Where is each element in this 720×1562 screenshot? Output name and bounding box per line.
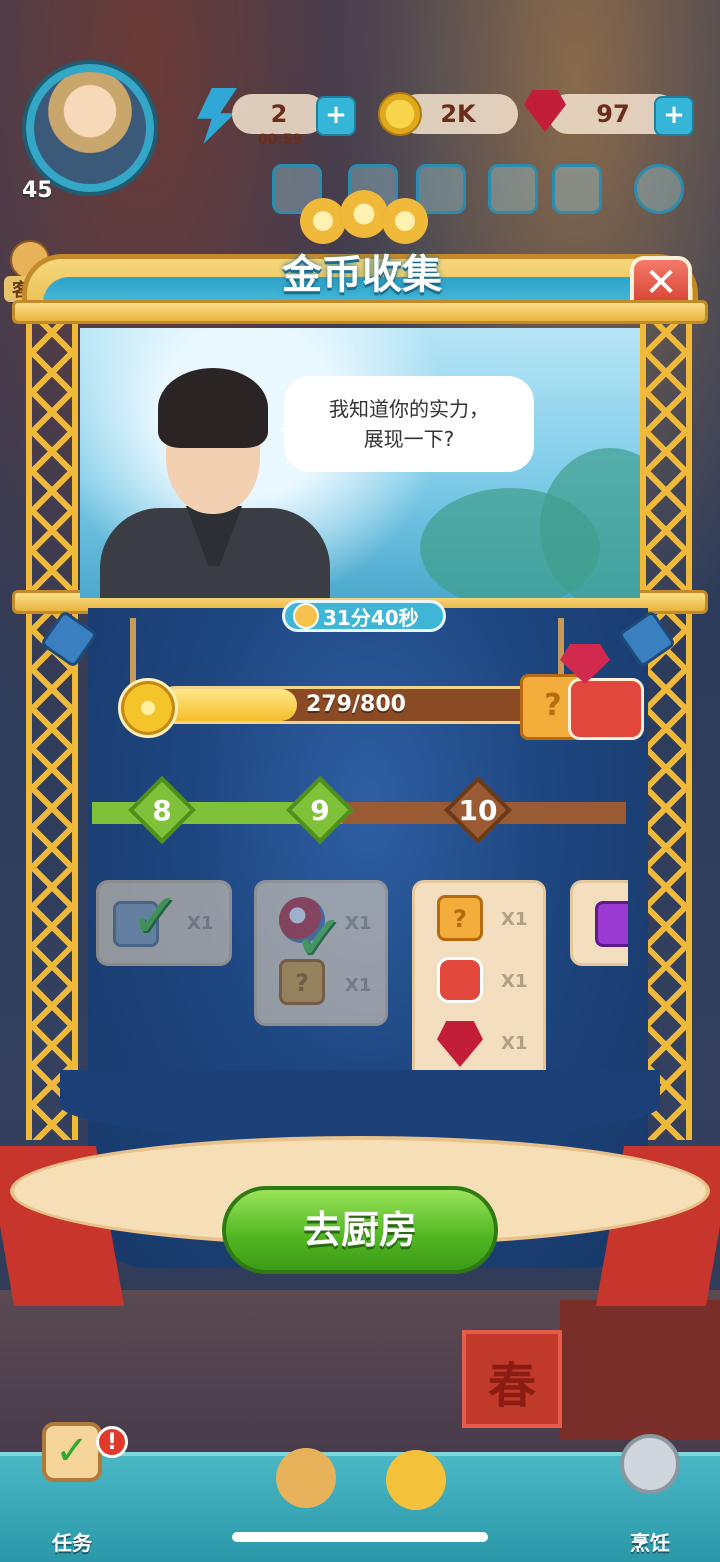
milestone-label-9: 9 [310,794,330,827]
milestone-label-8: 8 [152,794,172,827]
pot-icon [276,1448,336,1508]
cooking-pan-icon [620,1434,680,1494]
reward-qty: X1 [187,913,214,934]
coin-icon [378,92,422,136]
reward-card-11[interactable] [570,880,628,966]
ruby-icon [437,1021,483,1067]
speech-bubble: 我知道你的实力， 展现一下? [280,376,534,472]
claimed-check-icon: ✓ [293,901,345,974]
top-beam [12,300,708,324]
home-indicator[interactable] [232,1532,488,1542]
mystery-box-icon: ? [437,895,483,941]
add-gems-button[interactable]: + [654,96,694,136]
player-avatar[interactable] [26,64,154,192]
nav-cooking-label: 烹饪 [630,1531,670,1555]
progress-coin-icon [118,678,178,738]
progress-reward-chest-icon[interactable]: ? [520,644,644,740]
energy-value: 2 [270,100,288,128]
claimed-check-icon: ✓ [129,879,181,952]
coin-progress-bar: 279/800 [156,686,556,724]
poster-char: 春 [487,1358,536,1414]
reward-card-9[interactable]: X1 ? X1 ✓ [254,880,388,1026]
add-energy-button[interactable]: + [316,96,356,136]
reward-qty: X1 [345,913,372,934]
gem-value: 97 [596,100,630,128]
chick-icon [386,1450,446,1510]
speech-line-2: 展现一下? [363,427,455,451]
countdown-text: 31分40秒 [323,606,419,630]
speech-line-1: 我知道你的实力， [329,397,489,421]
nav-shop[interactable] [246,1448,366,1562]
energy-timer: 00:59 [257,132,303,148]
reward-qty: X1 [501,1033,528,1054]
energy-counter: 2 [232,94,326,134]
reward-card-8[interactable]: X1 ✓ [96,879,232,966]
left-truss [26,300,78,1140]
coin-value: 2K [440,100,476,128]
nav-cooking[interactable]: 烹饪 [590,1434,710,1562]
reward-qty: X1 [501,909,528,930]
go-to-kitchen-button[interactable]: 去厨房 [222,1186,498,1274]
milestone-label-10: 10 [458,794,498,827]
coin-progress-text: 279/800 [306,692,406,717]
reward-qty: X1 [345,975,372,996]
reward-qty: X1 [501,971,528,992]
nav-tasks[interactable]: ✓ 任务 [12,1422,132,1562]
shop-wall [560,1300,720,1440]
countdown-timer: 31分40秒 [282,600,446,632]
reward-card-10[interactable]: ? X1 X1 X1 [412,880,546,1088]
spring-poster: 春 [462,1330,562,1428]
nav-friends[interactable] [356,1450,476,1562]
purple-chest-icon [595,901,628,947]
clipboard-icon: ✓ [42,1422,102,1482]
red-chest-icon [437,957,483,1003]
nav-tasks-label: 任务 [52,1531,92,1555]
clock-icon [293,603,319,629]
modal-title: 金币收集 [282,252,442,298]
stage-curtain [60,1070,660,1140]
task-alert-badge: ! [96,1426,128,1458]
bottom-nav: ✓ 任务 烹饪 [0,1422,720,1562]
